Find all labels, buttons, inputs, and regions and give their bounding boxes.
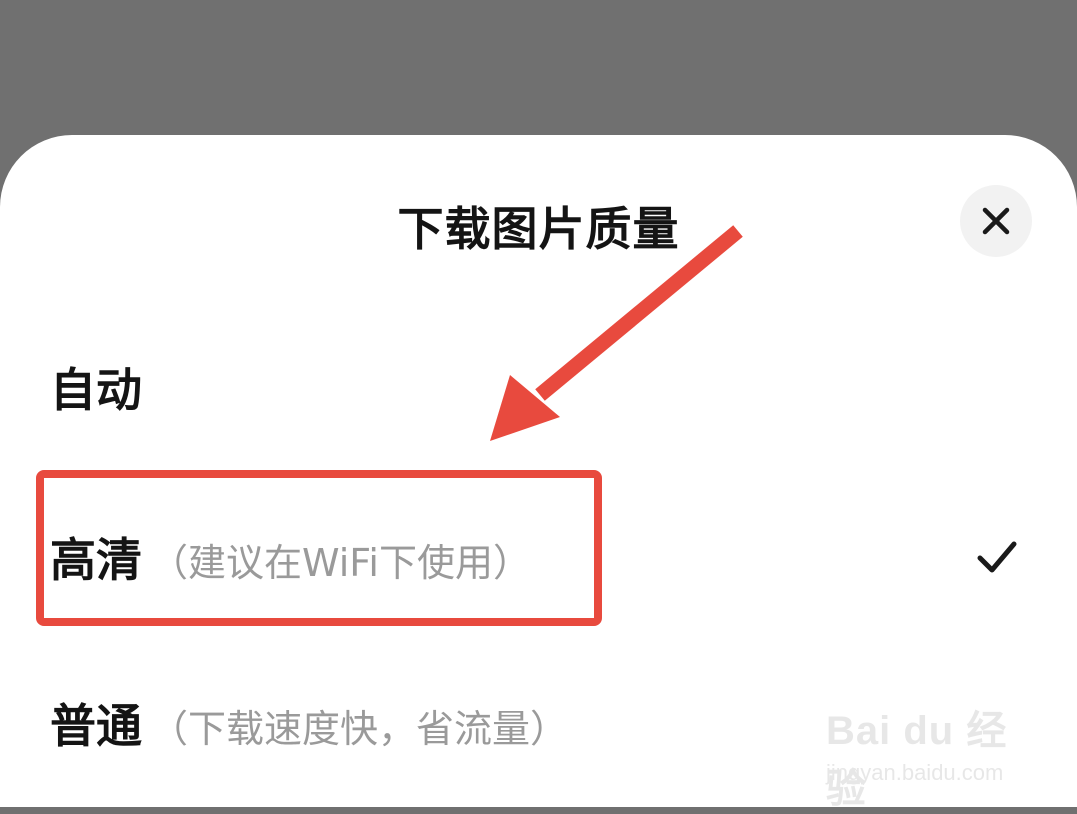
option-hd-label: 高清 bbox=[50, 533, 142, 587]
watermark-url: jingyan.baidu.com bbox=[826, 760, 1004, 785]
option-auto-label: 自动 bbox=[50, 363, 142, 417]
bottom-sheet: 下载图片质量 自动 高清（建议在WiFi下使用） 普通（下载速度快，省流量） bbox=[0, 135, 1077, 811]
option-normal-label: 普通 bbox=[50, 699, 142, 753]
close-button[interactable] bbox=[960, 185, 1032, 257]
option-hd-desc: （建议在WiFi下使用） bbox=[150, 541, 531, 585]
watermark-logo: Bai du 经验 bbox=[826, 709, 1008, 811]
option-label: 普通 （下载速度快，省流量） bbox=[50, 690, 568, 756]
option-label: 自动 bbox=[50, 354, 142, 420]
checkmark-icon bbox=[977, 541, 1017, 573]
watermark: Bai du 经验 jingyan.baidu.com bbox=[826, 690, 1046, 811]
option-normal-desc: （下载速度快，省流量） bbox=[150, 707, 569, 751]
option-label: 高清 （建议在WiFi下使用） bbox=[50, 524, 531, 590]
option-auto[interactable]: 自动 bbox=[0, 327, 1077, 447]
sheet-title: 下载图片质量 bbox=[397, 202, 680, 256]
close-icon bbox=[982, 207, 1010, 235]
option-hd[interactable]: 高清 （建议在WiFi下使用） bbox=[0, 497, 1077, 617]
